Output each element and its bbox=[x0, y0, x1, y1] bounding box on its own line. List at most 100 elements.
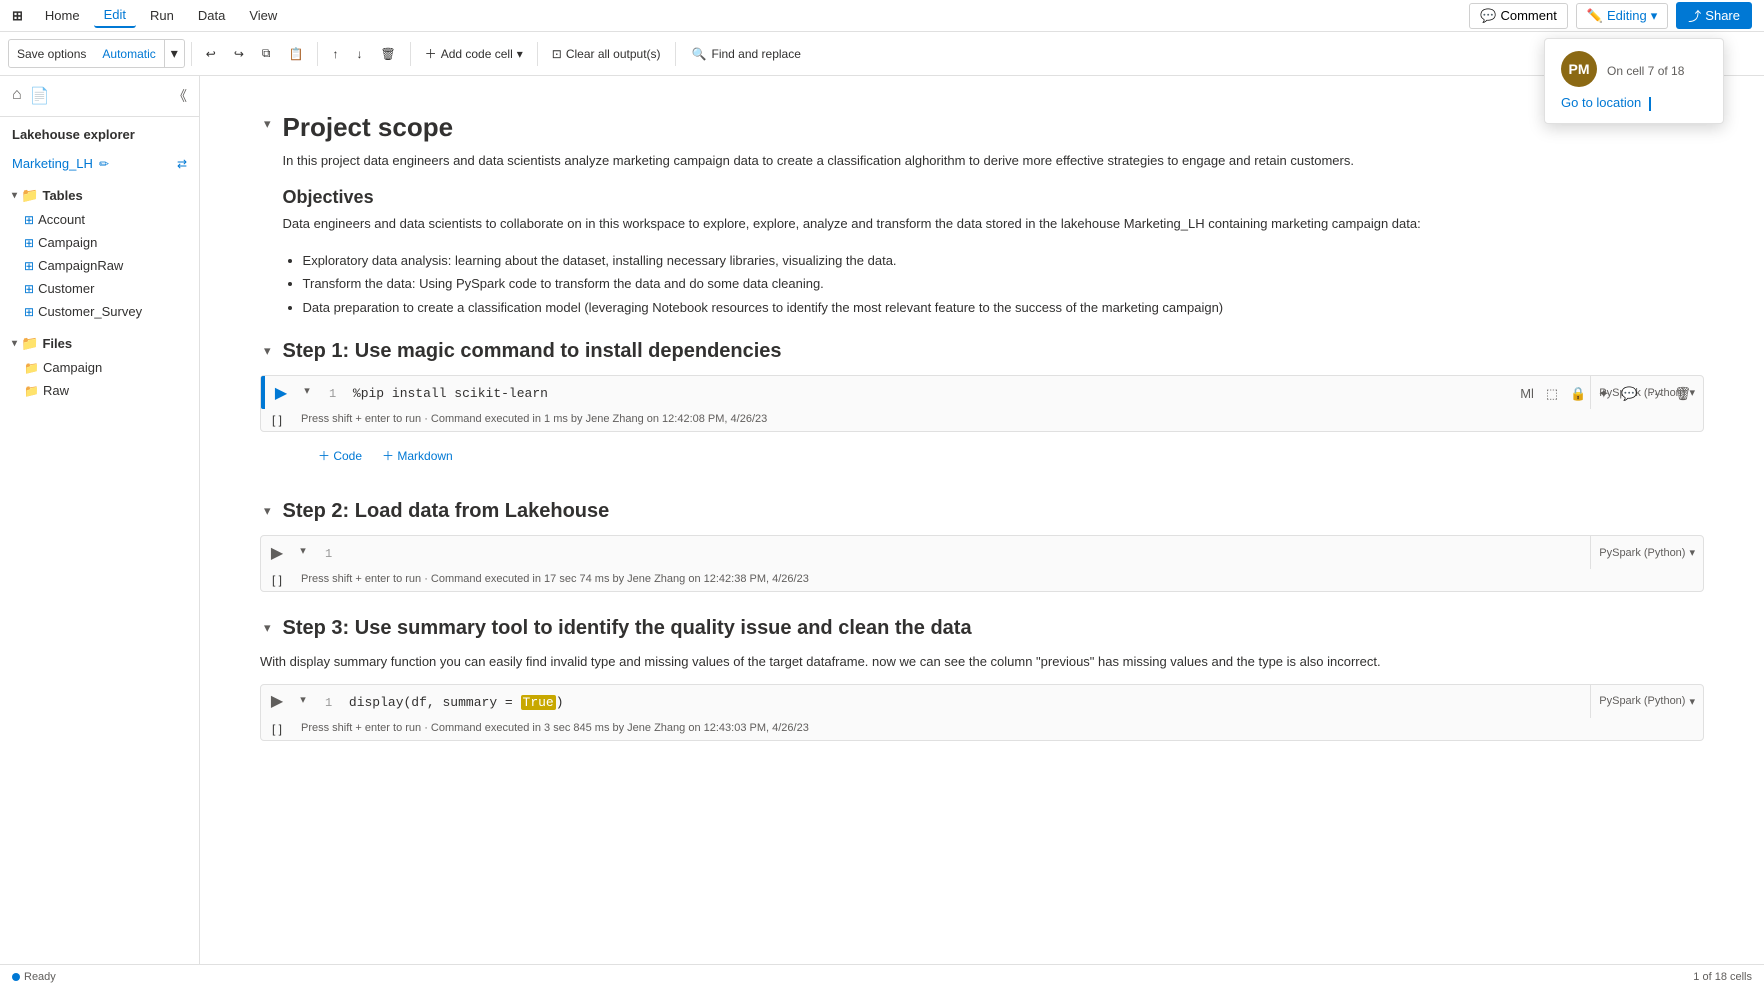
cell-content[interactable]: 1 %pip install scikit-learn bbox=[317, 376, 1590, 409]
tables-folder-icon: 📁 bbox=[21, 187, 38, 204]
share-label: Share bbox=[1705, 8, 1740, 23]
sidebar-item-customer-survey[interactable]: ⊞ Customer_Survey bbox=[0, 300, 199, 323]
step2-collapse[interactable]: ▾ bbox=[260, 499, 275, 523]
save-options-group: Save options Automatic ▾ bbox=[8, 39, 185, 68]
add-code-btn[interactable]: ＋ Code bbox=[312, 444, 368, 467]
customer-survey-label: Customer_Survey bbox=[38, 304, 142, 319]
insert-button[interactable]: ⬚ bbox=[1542, 384, 1562, 404]
plus-icon: ＋ bbox=[425, 45, 437, 62]
step3-description: With display summary function you can ea… bbox=[260, 652, 1704, 672]
files-header[interactable]: ▾ 📁 Files bbox=[0, 331, 199, 356]
more-button[interactable]: ··· bbox=[1645, 384, 1666, 404]
refresh-icon[interactable]: ⇄ bbox=[177, 157, 187, 171]
step2-run-button[interactable]: ▶ bbox=[261, 536, 293, 569]
step3-cell-footer: [ ] Press shift + enter to run · Command… bbox=[261, 718, 1703, 740]
step2-cell-content[interactable]: 1 bbox=[313, 536, 1590, 569]
step1-header: ▾ Step 1: Use magic command to install d… bbox=[260, 339, 1704, 363]
project-scope-collapse[interactable]: ▾ bbox=[260, 112, 275, 136]
paste-icon: 📋 bbox=[288, 47, 303, 61]
project-scope-intro: In this project data engineers and data … bbox=[283, 151, 1421, 171]
cell-collapse-btn[interactable]: ▾ bbox=[297, 376, 317, 409]
step3-cell-content[interactable]: 1 display(df, summary = True) bbox=[313, 685, 1590, 718]
clear-outputs-button[interactable]: ⊡ Clear all output(s) bbox=[544, 42, 669, 66]
step3-cell-1: ▶ ▾ 1 display(df, summary = True) PySpar… bbox=[260, 684, 1704, 741]
paste-button[interactable]: 📋 bbox=[280, 42, 311, 66]
menu-view[interactable]: View bbox=[239, 4, 287, 27]
search-icon: 🔍 bbox=[692, 47, 707, 61]
sidebar-header: ⌂ 📄 《 bbox=[0, 76, 199, 117]
step3-collapse-btn[interactable]: ▾ bbox=[293, 685, 313, 718]
move-down-button[interactable]: ↓ bbox=[348, 42, 370, 66]
step3-run-button[interactable]: ▶ bbox=[261, 685, 293, 718]
find-replace-button[interactable]: 🔍 Find and replace bbox=[682, 42, 811, 66]
file-icon[interactable]: 📄 bbox=[30, 86, 50, 106]
lakehouse-name-text[interactable]: Marketing_LH bbox=[12, 156, 93, 171]
editing-button[interactable]: ✏️ Editing ▾ bbox=[1576, 3, 1668, 29]
cell-run-button[interactable]: ▶ bbox=[265, 376, 297, 409]
step2-cell-brackets: [ ] bbox=[261, 573, 293, 587]
step2-lang-chevron: ▾ bbox=[1689, 546, 1695, 559]
step3-lang-selector[interactable]: PySpark (Python) ▾ bbox=[1590, 685, 1703, 718]
star-button[interactable]: ✦ bbox=[1594, 384, 1613, 404]
copy-button[interactable]: ⧉ bbox=[254, 41, 279, 66]
save-mode-dropdown[interactable]: ▾ bbox=[164, 40, 184, 67]
step3-cell-brackets: [ ] bbox=[261, 722, 293, 736]
sidebar: ⌂ 📄 《 Lakehouse explorer Marketing_LH ✏ … bbox=[0, 76, 200, 964]
sidebar-item-account[interactable]: ⊞ Account bbox=[0, 208, 199, 231]
table-icon-campaignraw: ⊞ bbox=[24, 259, 34, 273]
folder-icon-raw: 📁 bbox=[24, 384, 39, 398]
sidebar-item-campaign[interactable]: ⊞ Campaign bbox=[0, 231, 199, 254]
comment-cell-button[interactable]: 💬 bbox=[1617, 384, 1641, 404]
menu-right: 💬 Comment ✏️ Editing ▾ ⤴ Share bbox=[1469, 2, 1752, 29]
share-button[interactable]: ⤴ Share bbox=[1676, 2, 1752, 29]
main-layout: ⌂ 📄 《 Lakehouse explorer Marketing_LH ✏ … bbox=[0, 76, 1764, 964]
step1-collapse[interactable]: ▾ bbox=[260, 339, 275, 363]
add-markdown-btn[interactable]: ＋ Markdown bbox=[376, 444, 459, 467]
table-icon-account: ⊞ bbox=[24, 213, 34, 227]
step2-collapse-btn[interactable]: ▾ bbox=[293, 536, 313, 569]
editing-label: Editing bbox=[1607, 8, 1647, 23]
tables-header[interactable]: ▾ 📁 Tables bbox=[0, 183, 199, 208]
home-icon[interactable]: ⌂ bbox=[12, 86, 22, 106]
save-options-label: Save options bbox=[9, 42, 94, 66]
comment-button[interactable]: 💬 Comment bbox=[1469, 3, 1568, 29]
lock-button[interactable]: 🔒 bbox=[1566, 384, 1590, 404]
step2-lang-selector[interactable]: PySpark (Python) ▾ bbox=[1590, 536, 1703, 569]
ml-button[interactable]: Ml bbox=[1516, 384, 1538, 404]
sidebar-item-raw[interactable]: 📁 Raw bbox=[0, 379, 199, 402]
menu-edit[interactable]: Edit bbox=[94, 3, 136, 28]
delete-icon: 🗑 bbox=[380, 47, 395, 61]
delete-cell-icon[interactable]: 🗑 bbox=[1670, 384, 1695, 404]
menu-data[interactable]: Data bbox=[188, 4, 235, 27]
tables-section: ▾ 📁 Tables ⊞ Account ⊞ Campaign ⊞ Campai… bbox=[0, 179, 199, 327]
add-code-cell-button[interactable]: ＋ Add code cell ▾ bbox=[417, 40, 531, 67]
customer-label: Customer bbox=[38, 281, 94, 296]
sidebar-item-campaignraw[interactable]: ⊞ CampaignRaw bbox=[0, 254, 199, 277]
table-icon-customer: ⊞ bbox=[24, 282, 34, 296]
sidebar-item-campaign-file[interactable]: 📁 Campaign bbox=[0, 356, 199, 379]
step3-cell-code[interactable]: display(df, summary = True) bbox=[349, 695, 564, 710]
redo-button[interactable]: ↪ bbox=[226, 42, 252, 66]
step1-section: ▾ Step 1: Use magic command to install d… bbox=[260, 339, 1704, 475]
toolbar: Save options Automatic ▾ ↩ ↪ ⧉ 📋 ↑ ↓ 🗑 ＋… bbox=[0, 32, 1764, 76]
go-to-location-button[interactable]: Go to location bbox=[1561, 95, 1707, 111]
sidebar-item-customer[interactable]: ⊞ Customer bbox=[0, 277, 199, 300]
step3-collapse[interactable]: ▾ bbox=[260, 616, 275, 640]
table-icon-campaign: ⊞ bbox=[24, 236, 34, 250]
menu-run[interactable]: Run bbox=[140, 4, 184, 27]
move-up-button[interactable]: ↑ bbox=[324, 42, 346, 66]
lakehouse-edit-icon[interactable]: ✏ bbox=[99, 157, 109, 171]
raw-label: Raw bbox=[43, 383, 69, 398]
avatar-info: On cell 7 of 18 bbox=[1607, 60, 1684, 78]
tables-chevron: ▾ bbox=[12, 190, 17, 201]
step2-cell-1: ▶ ▾ 1 PySpark (Python) ▾ [ ] Pres bbox=[260, 535, 1704, 592]
status-ready: Ready bbox=[12, 971, 56, 983]
undo-button[interactable]: ↩ bbox=[198, 42, 224, 66]
delete-cell-button[interactable]: 🗑 bbox=[372, 42, 403, 66]
divider-1 bbox=[191, 42, 192, 66]
sidebar-collapse-button[interactable]: 《 bbox=[173, 86, 187, 106]
menu-home[interactable]: Home bbox=[35, 4, 90, 27]
cell-code[interactable]: %pip install scikit-learn bbox=[353, 386, 548, 401]
project-scope-title: Project scope bbox=[283, 112, 1421, 143]
files-folder-icon: 📁 bbox=[21, 335, 38, 352]
